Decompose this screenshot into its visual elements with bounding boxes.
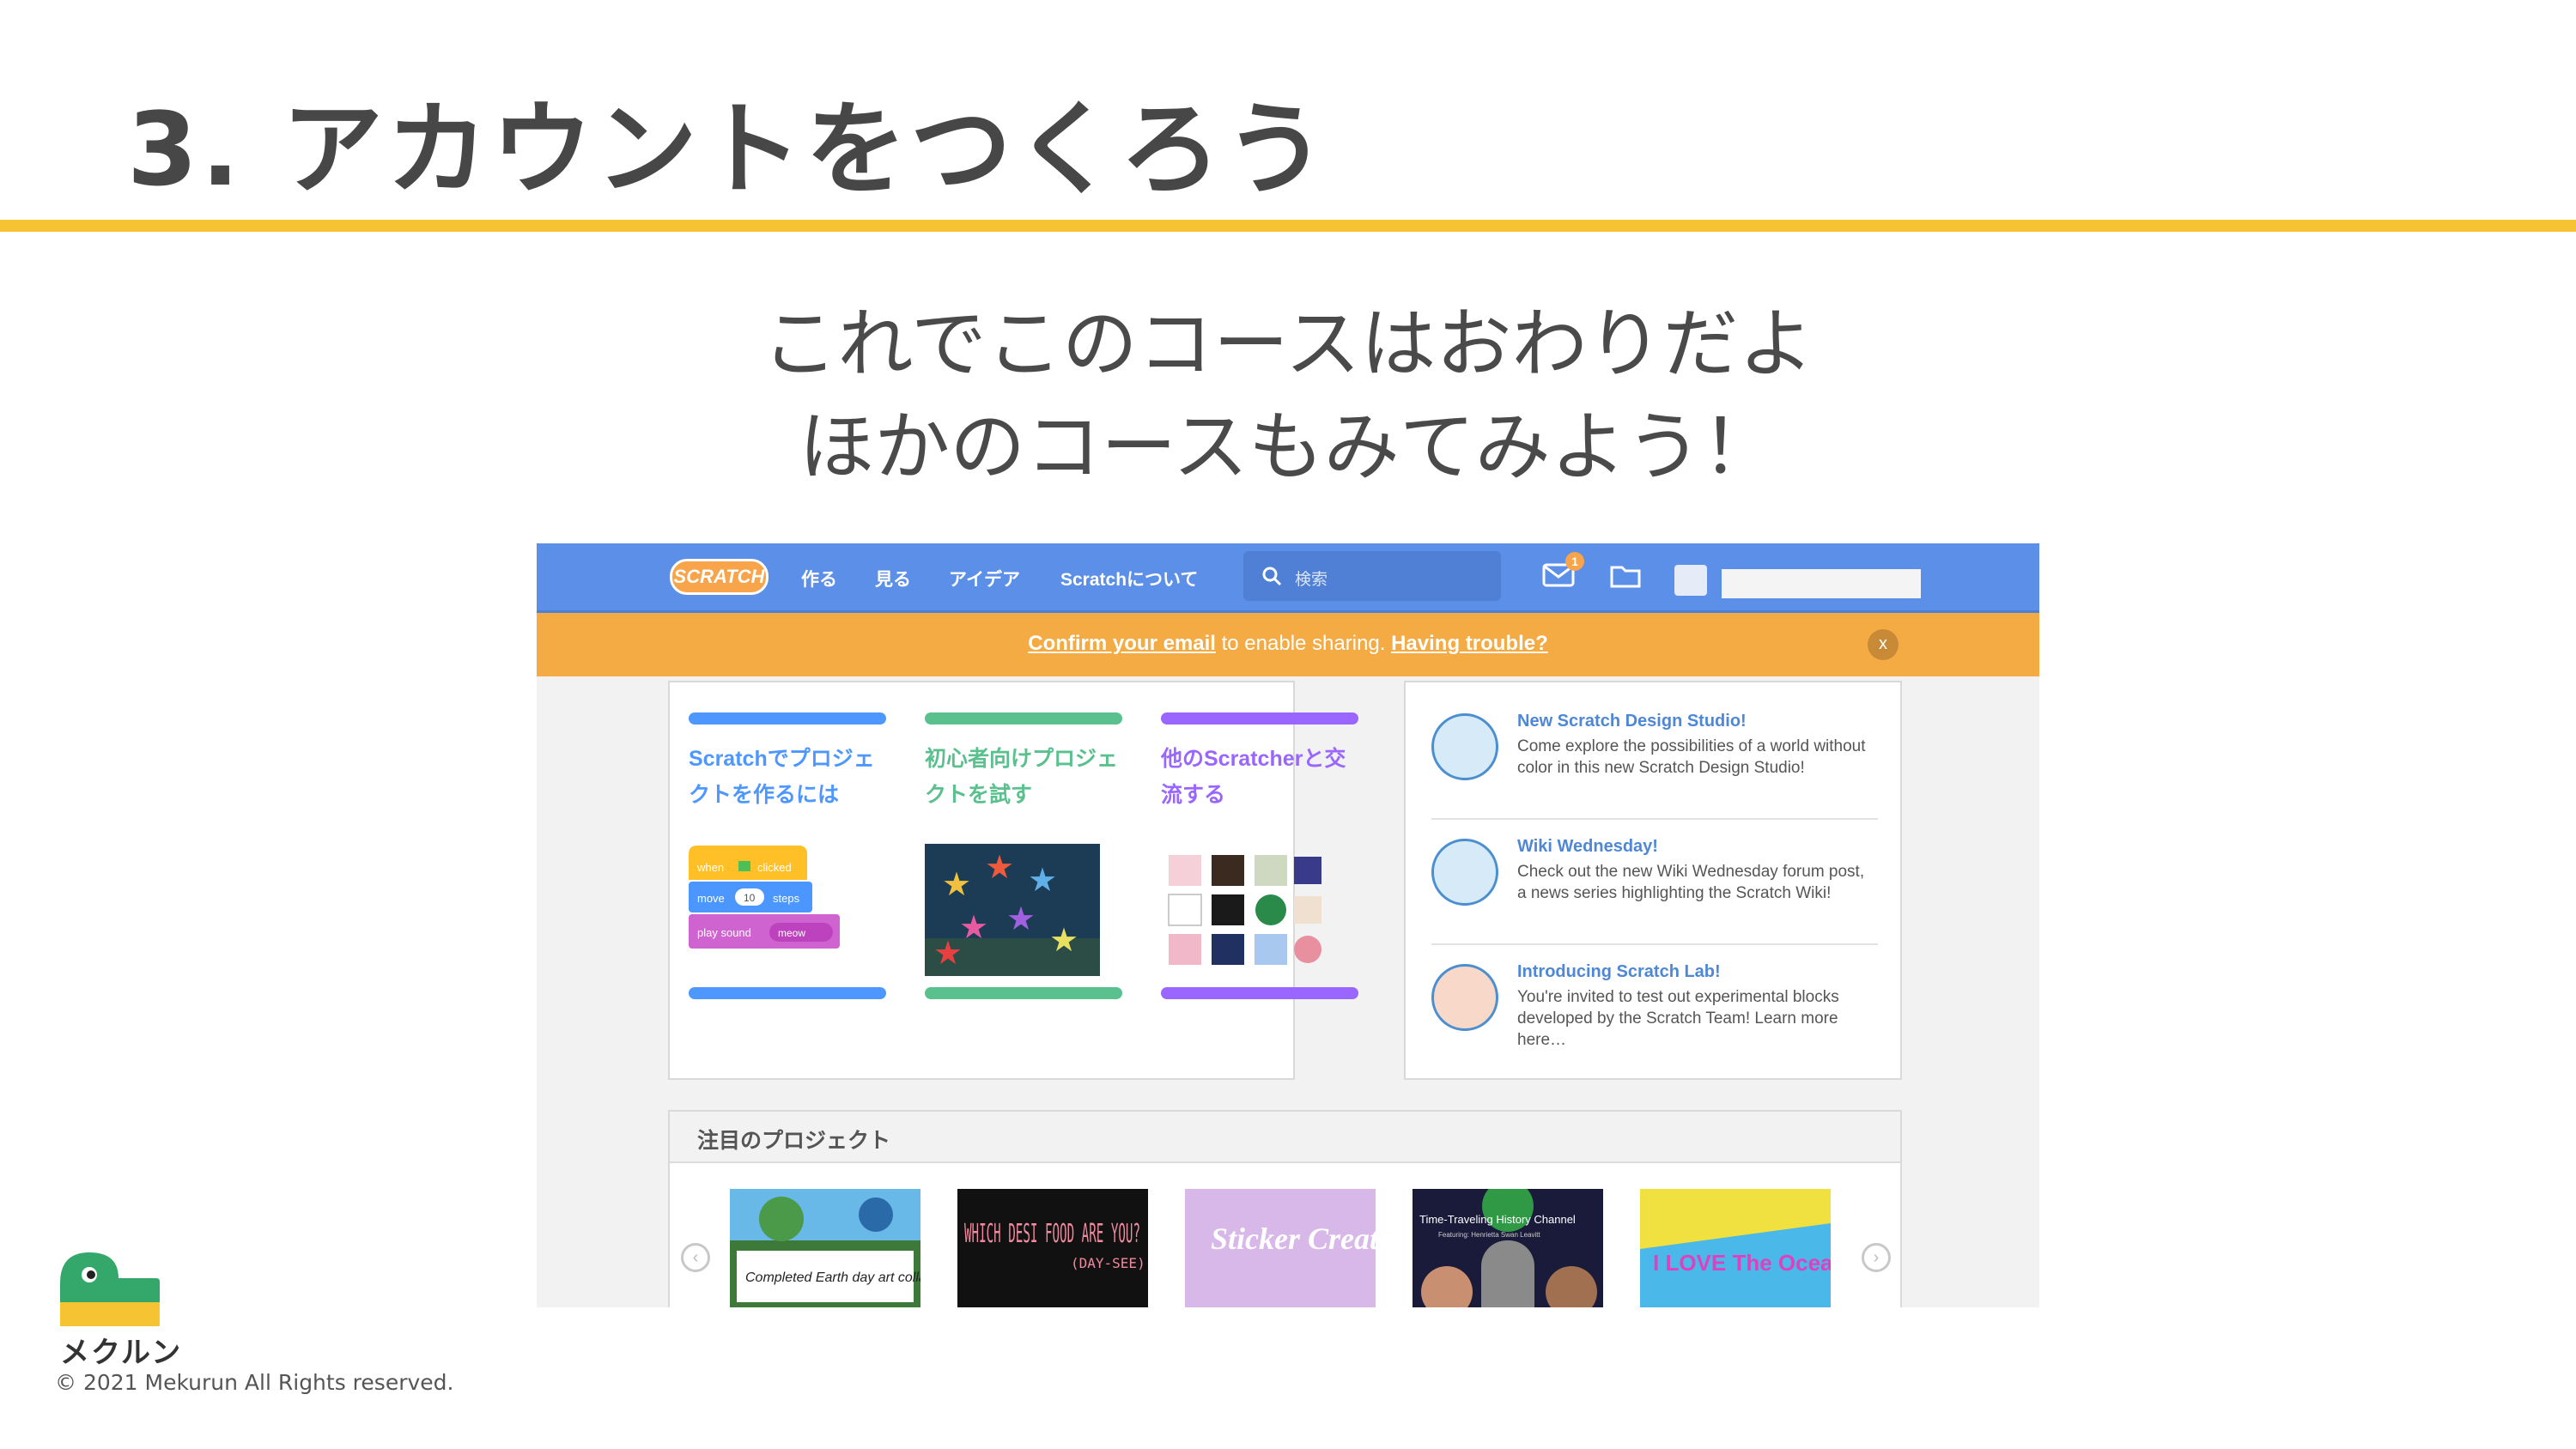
- svg-text:★: ★: [1006, 900, 1036, 937]
- block-clicked: clicked: [757, 861, 792, 874]
- featured-projects-section: 注目のプロジェクト ‹ › Completed Earth day art co…: [668, 1110, 1902, 1307]
- scratch-cat-icon: [1431, 964, 1498, 1031]
- svg-text:★: ★: [1028, 861, 1057, 899]
- title-underline: [0, 220, 2576, 232]
- news-divider: [1431, 943, 1878, 945]
- card-top-bar: [1161, 712, 1358, 724]
- svg-text:★: ★: [985, 848, 1014, 886]
- banner-text: to enable sharing.: [1215, 632, 1392, 655]
- featured-project-thumbnail[interactable]: Time-Traveling History Channel Featuring…: [1413, 1189, 1603, 1307]
- news-body: You're invited to test out experimental …: [1517, 988, 1839, 1049]
- news-title[interactable]: Introducing Scratch Lab!: [1517, 962, 1721, 982]
- block-when: when: [696, 861, 724, 874]
- scratch-screenshot: SCRATCH 作る 見る アイデア Scratchについて 検索 1 Conf…: [537, 543, 2039, 1307]
- community-avatars-thumbnail[interactable]: [1163, 850, 1327, 970]
- confirm-email-banner: Confirm your email to enable sharing. Ha…: [537, 613, 2039, 676]
- search-placeholder: 検索: [1295, 571, 1328, 589]
- news-title[interactable]: Wiki Wednesday!: [1517, 837, 1658, 857]
- block-play-sound: play sound: [697, 926, 751, 939]
- scratch-top-nav: SCRATCH 作る 見る アイデア Scratchについて 検索 1: [537, 543, 2039, 613]
- project-sub: (DAY-SEE): [1071, 1255, 1145, 1271]
- nav-about[interactable]: Scratchについて: [1060, 566, 1198, 591]
- code-blocks-thumbnail[interactable]: when clicked move 10 steps play sound me…: [689, 846, 886, 983]
- project-label: Completed Earth day art collab!: [745, 1270, 920, 1285]
- search-input[interactable]: 検索: [1243, 551, 1501, 601]
- news-item[interactable]: New Scratch Design Studio! Come explore …: [1431, 706, 1878, 831]
- project-label: I LOVE The Ocean: [1653, 1250, 1831, 1276]
- brand-name: メクルン: [60, 1336, 183, 1370]
- my-stuff-folder-icon[interactable]: [1608, 561, 1643, 590]
- svg-text:★: ★: [933, 934, 963, 972]
- card-title-starter[interactable]: 初心者向けプロジェクトを試す: [925, 741, 1122, 813]
- message-line-1: これでこのコースはおわりだよ: [762, 300, 1814, 388]
- card-top-bar: [689, 712, 886, 724]
- block-steps-value: 10: [744, 892, 756, 904]
- block-steps: steps: [773, 892, 800, 905]
- news-title[interactable]: New Scratch Design Studio!: [1517, 712, 1747, 731]
- user-avatar[interactable]: [1674, 565, 1707, 596]
- card-bottom-bar: [925, 987, 1122, 999]
- having-trouble-link[interactable]: Having trouble?: [1391, 632, 1548, 655]
- nav-ideas[interactable]: アイデア: [949, 566, 1020, 591]
- project-label: Sticker Creator: [1211, 1222, 1376, 1256]
- mekurun-mascot-logo: [60, 1252, 160, 1326]
- carousel-left-arrow-icon[interactable]: ‹: [681, 1243, 710, 1272]
- card-bottom-bar: [689, 987, 886, 999]
- featured-project-thumbnail[interactable]: WHICH DESI FOOD ARE YOU? (DAY-SEE): [957, 1189, 1148, 1307]
- carousel-right-arrow-icon[interactable]: ›: [1862, 1243, 1891, 1272]
- featured-project-thumbnail[interactable]: Completed Earth day art collab!: [730, 1189, 920, 1307]
- card-top-bar: [925, 712, 1122, 724]
- svg-text:★: ★: [959, 908, 988, 946]
- banner-close-button[interactable]: x: [1868, 629, 1899, 660]
- paint-tools-icon: [1431, 713, 1498, 780]
- news-divider: [1431, 818, 1878, 820]
- slide-title: 3. アカウントをつくろう: [127, 90, 1330, 209]
- nav-create[interactable]: 作る: [801, 566, 837, 591]
- svg-text:★: ★: [942, 865, 971, 903]
- starfish-game-thumbnail[interactable]: ★ ★ ★ ★ ★★ ★: [925, 844, 1100, 976]
- news-body: Come explore the possibilities of a worl…: [1517, 737, 1866, 777]
- block-move: move: [697, 892, 725, 905]
- copyright-text: © 2021 Mekurun All Rights reserved.: [55, 1370, 454, 1395]
- message-line-2: ほかのコースもみてみよう！: [799, 403, 1777, 491]
- getting-started-panel: Scratchでプロジェクトを作るには when clicked move 10…: [668, 681, 1358, 1080]
- news-item[interactable]: Introducing Scratch Lab! You're invited …: [1431, 957, 1878, 1082]
- news-item[interactable]: Wiki Wednesday! Check out the new Wiki W…: [1431, 832, 1878, 956]
- svg-text:★: ★: [1049, 921, 1078, 959]
- card-title-create[interactable]: Scratchでプロジェクトを作るには: [689, 741, 886, 813]
- search-icon: [1262, 567, 1282, 586]
- block-meow: meow: [778, 927, 805, 939]
- card-bottom-bar: [1161, 987, 1358, 999]
- username-redacted[interactable]: [1722, 569, 1921, 598]
- featured-project-thumbnail[interactable]: Sticker Creator: [1185, 1189, 1376, 1307]
- wiki-stack-icon: [1431, 839, 1498, 906]
- featured-project-thumbnail[interactable]: I LOVE The Ocean: [1640, 1189, 1831, 1307]
- card-title-community[interactable]: 他のScratcherと交流する: [1161, 741, 1358, 813]
- project-label: WHICH DESI FOOD ARE YOU?: [964, 1219, 1140, 1249]
- message-count-badge: 1: [1565, 552, 1584, 571]
- news-body: Check out the new Wiki Wednesday forum p…: [1517, 863, 1865, 902]
- nav-explore[interactable]: 見る: [875, 566, 911, 591]
- project-sub: Featuring: Henrietta Swan Leavitt: [1438, 1231, 1541, 1239]
- scratch-news-panel: New Scratch Design Studio! Come explore …: [1404, 681, 1902, 1080]
- project-label: Time-Traveling History Channel: [1419, 1213, 1576, 1226]
- scratch-logo[interactable]: SCRATCH: [670, 559, 769, 595]
- confirm-email-link[interactable]: Confirm your email: [1028, 632, 1216, 655]
- featured-projects-title: 注目のプロジェクト: [697, 1129, 891, 1153]
